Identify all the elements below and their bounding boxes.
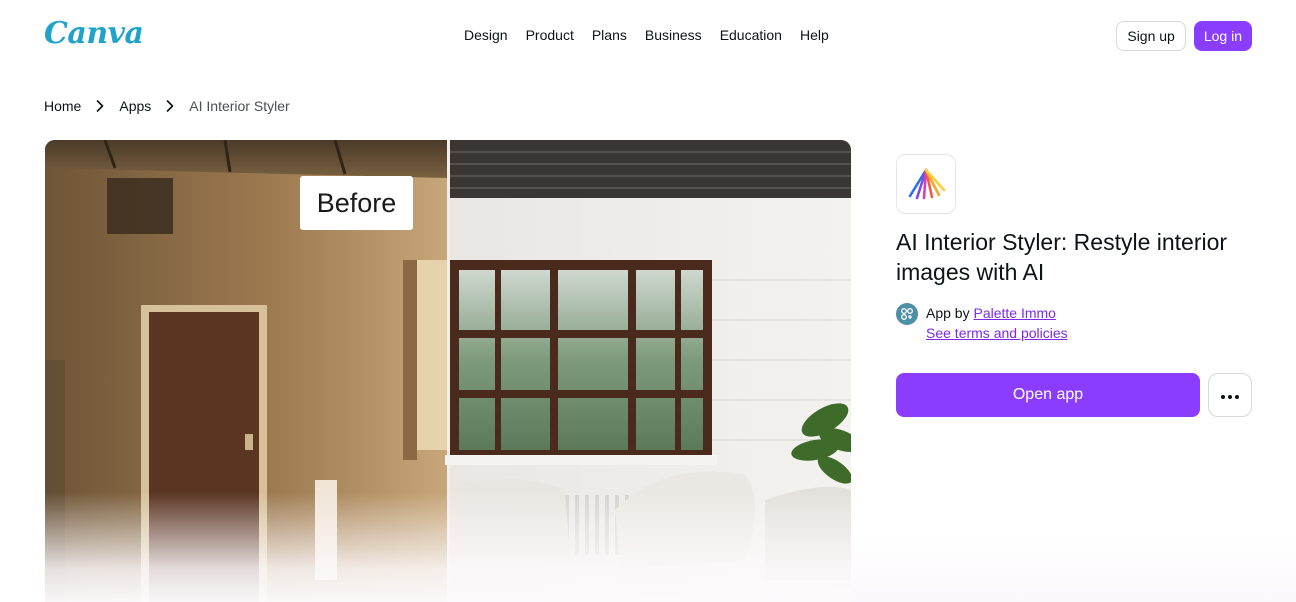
nav-help[interactable]: Help — [791, 24, 838, 46]
app-preview-image: Before — [45, 140, 851, 602]
app-logo-icon — [896, 154, 956, 214]
app-by-prefix: App by — [926, 305, 970, 321]
terms-link[interactable]: See terms and policies — [926, 324, 1068, 342]
nav-design[interactable]: Design — [455, 24, 517, 46]
nav-product[interactable]: Product — [517, 24, 583, 46]
breadcrumb-current: AI Interior Styler — [189, 98, 290, 114]
log-in-button[interactable]: Log in — [1193, 21, 1252, 51]
breadcrumb-home[interactable]: Home — [44, 96, 81, 116]
developer-avatar-icon — [896, 303, 918, 325]
open-app-button[interactable]: Open app — [896, 373, 1200, 417]
chevron-right-icon — [159, 96, 181, 116]
more-options-button[interactable] — [1208, 373, 1252, 417]
developer-line: App by Palette Immo — [926, 304, 1056, 322]
image-fade — [45, 492, 851, 602]
canva-logo[interactable]: Canva — [44, 14, 144, 54]
site-header: Canva Design Product Plans Business Educ… — [0, 0, 1296, 70]
before-label: Before — [300, 176, 413, 230]
breadcrumb: Home Apps AI Interior Styler — [44, 96, 290, 116]
breadcrumb-apps[interactable]: Apps — [119, 96, 151, 116]
bottom-tint — [851, 540, 1296, 602]
app-title: AI Interior Styler: Restyle interior ima… — [896, 229, 1228, 285]
auth-buttons: Sign up Log in — [1116, 21, 1252, 51]
main-nav: Design Product Plans Business Education … — [455, 24, 838, 46]
sign-up-button[interactable]: Sign up — [1116, 21, 1186, 51]
nav-plans[interactable]: Plans — [583, 24, 636, 46]
more-horizontal-icon — [1220, 388, 1240, 403]
nav-education[interactable]: Education — [711, 24, 791, 46]
chevron-right-icon — [89, 96, 111, 116]
developer-link[interactable]: Palette Immo — [973, 305, 1055, 321]
nav-business[interactable]: Business — [636, 24, 711, 46]
